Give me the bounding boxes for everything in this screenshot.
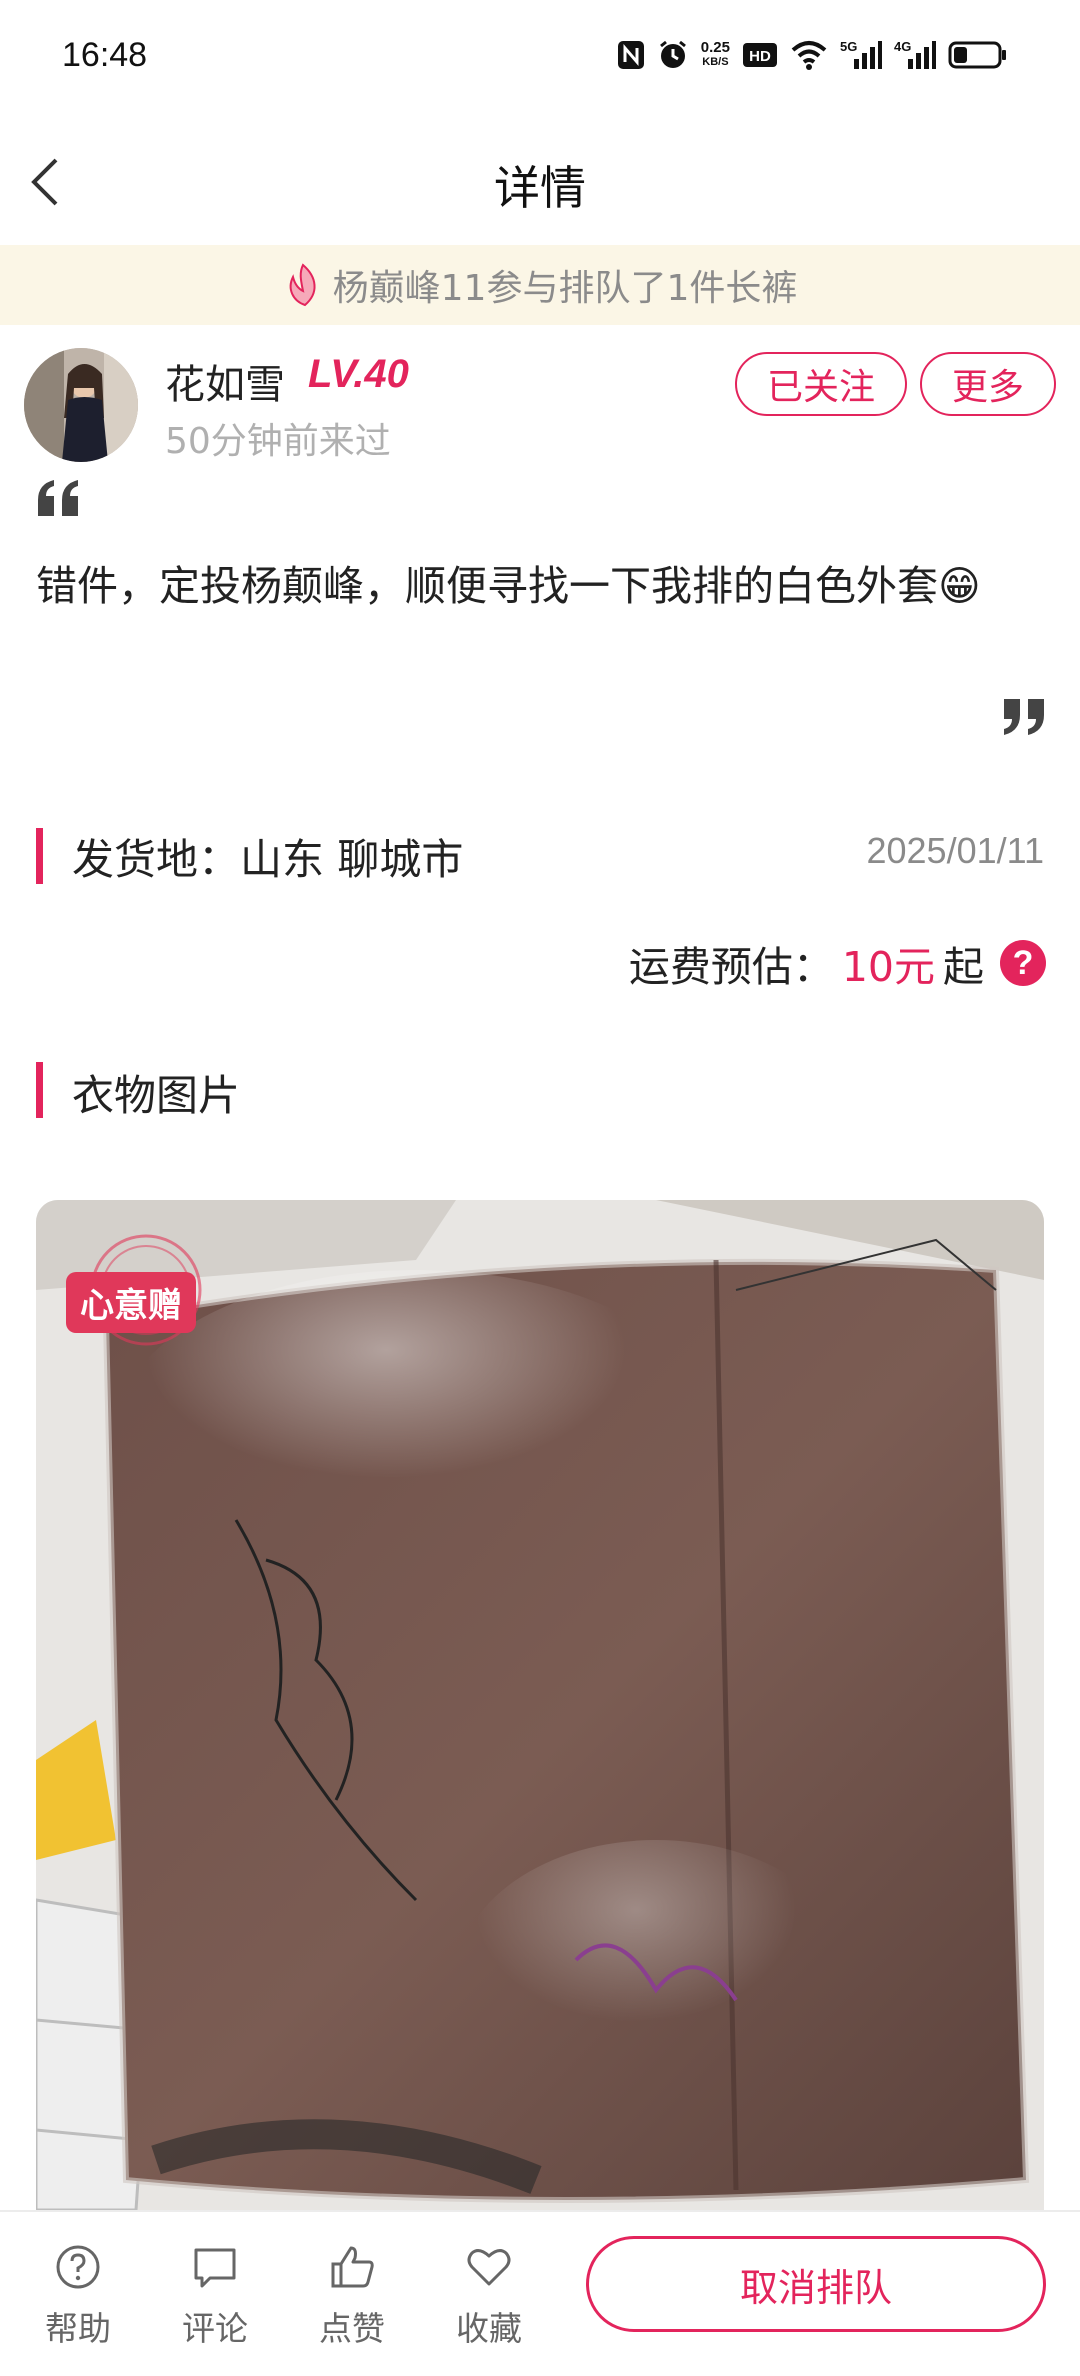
shipping-origin-row: 发货地：山东 聊城市 2025/01/11 xyxy=(36,820,1044,892)
close-quote-icon xyxy=(1004,699,1044,735)
favorite-label: 收藏 xyxy=(456,2309,522,2348)
wifi-icon xyxy=(790,38,828,72)
clothing-photo-image xyxy=(36,1200,1044,2210)
queue-notice-banner: 杨巅峰11参与排队了1件长裤 xyxy=(0,245,1080,325)
sim1-label: 5G xyxy=(840,39,857,54)
signal-5g-icon: 5G xyxy=(840,38,882,72)
heart-icon xyxy=(467,2249,511,2286)
nav-bar: 详情 xyxy=(0,120,1080,245)
help-question-icon[interactable]: ? xyxy=(1000,940,1046,986)
cancel-queue-button[interactable]: 取消排队 xyxy=(586,2236,1046,2332)
section-marker xyxy=(36,1062,43,1118)
help-tab[interactable]: 帮助 xyxy=(18,2242,138,2352)
shipping-origin: 发货地：山东 聊城市 xyxy=(72,835,464,884)
hd-label: HD xyxy=(749,48,771,65)
page-title: 详情 xyxy=(494,161,586,215)
user-name[interactable]: 花如雪 xyxy=(165,352,285,410)
shipping-fee-row: 运费预估： 10元 起 ? xyxy=(629,930,1046,996)
section-marker xyxy=(36,828,43,884)
user-level: LV.40 xyxy=(308,352,409,396)
comment-label: 评论 xyxy=(182,2309,248,2348)
net-speed: 0.25 KB/S xyxy=(700,39,730,68)
follow-button[interactable]: 已关注 xyxy=(735,352,907,416)
status-icons: 0.25 KB/S HD 5G 4G xyxy=(617,38,1008,72)
signal-4g-icon: 4G xyxy=(894,38,936,72)
post-text: 错件，定投杨颠峰，顺便寻找一下我排的白色外套😁 xyxy=(36,562,981,610)
battery-icon xyxy=(948,38,1008,72)
battery-fill xyxy=(954,47,967,63)
open-quote-icon xyxy=(38,480,78,516)
shipping-fee-value: 10元 xyxy=(841,943,935,991)
help-icon xyxy=(56,2245,100,2289)
bottom-action-bar: 帮助 评论 点赞 收藏 取消排队 xyxy=(0,2210,1080,2376)
favorite-tab[interactable]: 收藏 xyxy=(429,2242,549,2352)
shipping-fee-label: 运费预估： xyxy=(628,943,834,991)
comment-tab[interactable]: 评论 xyxy=(155,2242,275,2352)
user-header: 花如雪 LV.40 50分钟前来过 已关注 更多 xyxy=(0,348,1080,468)
nfc-icon xyxy=(617,38,645,72)
photos-section-title: 衣物图片 xyxy=(72,1071,241,1120)
gift-badge: 心意赠 xyxy=(66,1272,196,1333)
status-bar: 16:48 0.25 KB/S HD 5G 4G xyxy=(0,0,1080,110)
shipping-fee-suffix: 起 xyxy=(943,943,984,991)
petal-icon xyxy=(289,263,316,307)
status-time: 16:48 xyxy=(62,36,148,74)
hd-voice-icon: HD xyxy=(742,38,778,72)
avatar[interactable] xyxy=(24,348,138,462)
last-seen: 50分钟前来过 xyxy=(165,421,391,462)
notice-text: 杨巅峰11参与排队了1件长裤 xyxy=(332,268,798,309)
like-label: 点赞 xyxy=(319,2309,385,2348)
post-date: 2025/01/11 xyxy=(866,830,1044,871)
clothing-photo[interactable]: 心意赠 xyxy=(36,1200,1044,2210)
help-label: 帮助 xyxy=(45,2309,111,2348)
sim2-label: 4G xyxy=(894,39,911,54)
more-button[interactable]: 更多 xyxy=(920,352,1056,416)
alarm-icon xyxy=(657,38,689,72)
like-tab[interactable]: 点赞 xyxy=(292,2242,412,2352)
thumbs-up-icon xyxy=(331,2246,374,2288)
comment-icon xyxy=(194,2248,236,2288)
